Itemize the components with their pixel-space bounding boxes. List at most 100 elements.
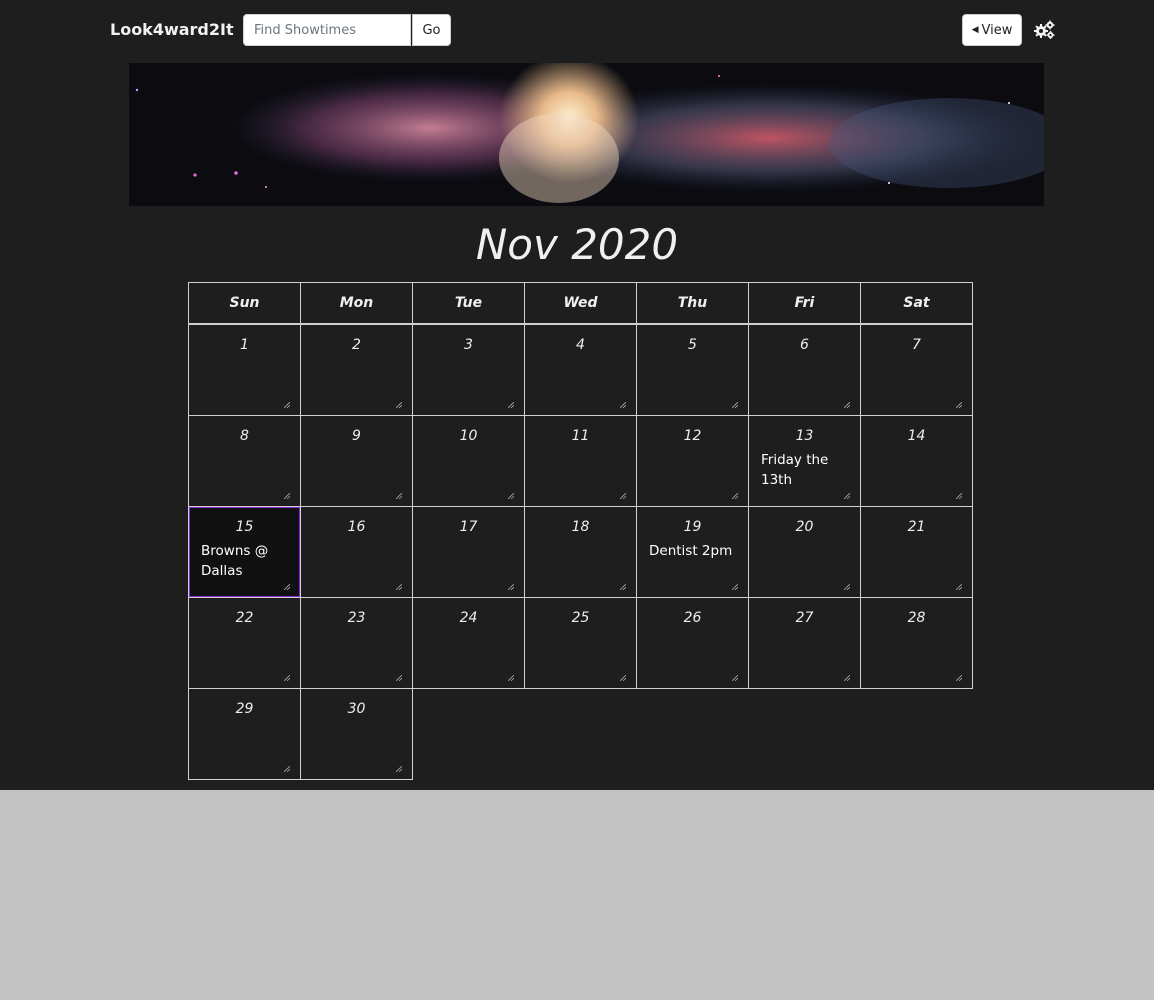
app-shell: Look4ward2It Go ◀ View: [0, 0, 1154, 790]
day-cell[interactable]: 13 Friday the 13th: [748, 415, 861, 507]
resize-handle-icon[interactable]: [507, 484, 515, 500]
resize-handle-icon[interactable]: [395, 666, 403, 682]
day-cell[interactable]: 7: [860, 323, 973, 416]
day-number: 1: [240, 337, 249, 353]
day-cell[interactable]: 6: [748, 323, 861, 416]
weekday-header: Thu: [636, 282, 749, 325]
day-cell[interactable]: 5: [636, 323, 749, 416]
day-number: 8: [240, 428, 249, 444]
weekday-header: Wed: [524, 282, 637, 325]
day-cell[interactable]: 2: [300, 323, 413, 416]
resize-handle-icon[interactable]: [955, 393, 963, 409]
day-number: 25: [571, 610, 590, 626]
day-cell[interactable]: 24: [412, 597, 525, 689]
day-cell[interactable]: 19 Dentist 2pm: [636, 506, 749, 598]
resize-handle-icon[interactable]: [507, 666, 515, 682]
day-cell[interactable]: 23: [300, 597, 413, 689]
calendar-week-row: 1 2 3 4 5 6 7: [188, 323, 973, 416]
day-number: 29: [235, 701, 254, 717]
weekday-header: Sun: [188, 282, 301, 325]
weekday-header: Mon: [300, 282, 413, 325]
empty-cell: [637, 689, 749, 780]
resize-handle-icon[interactable]: [619, 575, 627, 591]
day-cell[interactable]: 1: [188, 323, 301, 416]
day-cell[interactable]: 21: [860, 506, 973, 598]
empty-cell: [413, 689, 525, 780]
day-number: 24: [459, 610, 478, 626]
resize-handle-icon[interactable]: [619, 666, 627, 682]
empty-cell: [525, 689, 637, 780]
resize-handle-icon[interactable]: [955, 484, 963, 500]
calendar-week-row: 29 30: [188, 688, 973, 780]
resize-handle-icon[interactable]: [843, 666, 851, 682]
day-cell[interactable]: 26: [636, 597, 749, 689]
day-number: 21: [907, 519, 926, 535]
day-number: 23: [347, 610, 366, 626]
day-cell[interactable]: 11: [524, 415, 637, 507]
day-cell[interactable]: 27: [748, 597, 861, 689]
resize-handle-icon[interactable]: [955, 575, 963, 591]
day-number: 18: [571, 519, 590, 535]
weekday-header: Fri: [748, 282, 861, 325]
day-cell[interactable]: 10: [412, 415, 525, 507]
resize-handle-icon[interactable]: [731, 393, 739, 409]
resize-handle-icon[interactable]: [283, 757, 291, 773]
resize-handle-icon[interactable]: [843, 575, 851, 591]
calendar-grid: Sun Mon Tue Wed Thu Fri Sat 1 2 3 4 5 6 7 8 9 10 11 12 13 F…: [188, 282, 973, 780]
day-cell[interactable]: 8: [188, 415, 301, 507]
resize-handle-icon[interactable]: [283, 666, 291, 682]
day-number: 6: [800, 337, 809, 353]
gears-icon[interactable]: [1034, 20, 1056, 40]
nebula-banner-image: [129, 63, 1044, 206]
day-cell[interactable]: 29: [188, 688, 301, 780]
day-cell[interactable]: 18: [524, 506, 637, 598]
day-number: 19: [683, 519, 702, 535]
day-cell[interactable]: 30: [300, 688, 413, 780]
day-number: 15: [235, 519, 254, 535]
day-cell[interactable]: 17: [412, 506, 525, 598]
day-cell[interactable]: 14: [860, 415, 973, 507]
resize-handle-icon[interactable]: [283, 575, 291, 591]
day-number: 28: [907, 610, 926, 626]
day-cell[interactable]: 16: [300, 506, 413, 598]
weekday-header-row: Sun Mon Tue Wed Thu Fri Sat: [188, 282, 973, 325]
resize-handle-icon[interactable]: [395, 575, 403, 591]
day-cell[interactable]: 28: [860, 597, 973, 689]
resize-handle-icon[interactable]: [395, 484, 403, 500]
caret-left-icon: ◀: [971, 25, 979, 35]
resize-handle-icon[interactable]: [619, 484, 627, 500]
resize-handle-icon[interactable]: [395, 757, 403, 773]
resize-handle-icon[interactable]: [843, 484, 851, 500]
day-number: 14: [907, 428, 926, 444]
go-button[interactable]: Go: [412, 14, 451, 46]
weekday-header: Tue: [412, 282, 525, 325]
day-cell[interactable]: 15 Browns @ Dallas: [188, 506, 301, 598]
month-title: Nov 2020: [475, 220, 679, 269]
search-input[interactable]: [243, 14, 411, 46]
day-cell[interactable]: 22: [188, 597, 301, 689]
day-number: 2: [352, 337, 361, 353]
empty-cell: [749, 689, 861, 780]
resize-handle-icon[interactable]: [395, 393, 403, 409]
resize-handle-icon[interactable]: [843, 393, 851, 409]
view-button-label: View: [981, 22, 1013, 38]
view-button[interactable]: ◀ View: [962, 14, 1022, 46]
resize-handle-icon[interactable]: [619, 393, 627, 409]
resize-handle-icon[interactable]: [507, 575, 515, 591]
day-cell[interactable]: 25: [524, 597, 637, 689]
day-cell[interactable]: 4: [524, 323, 637, 416]
day-cell[interactable]: 20: [748, 506, 861, 598]
day-number: 17: [459, 519, 478, 535]
day-number: 10: [459, 428, 478, 444]
resize-handle-icon[interactable]: [731, 484, 739, 500]
day-cell[interactable]: 12: [636, 415, 749, 507]
day-cell[interactable]: 9: [300, 415, 413, 507]
resize-handle-icon[interactable]: [283, 484, 291, 500]
resize-handle-icon[interactable]: [731, 575, 739, 591]
resize-handle-icon[interactable]: [955, 666, 963, 682]
resize-handle-icon[interactable]: [731, 666, 739, 682]
resize-handle-icon[interactable]: [507, 393, 515, 409]
brand-logo[interactable]: Look4ward2It: [110, 20, 234, 39]
resize-handle-icon[interactable]: [283, 393, 291, 409]
day-cell[interactable]: 3: [412, 323, 525, 416]
